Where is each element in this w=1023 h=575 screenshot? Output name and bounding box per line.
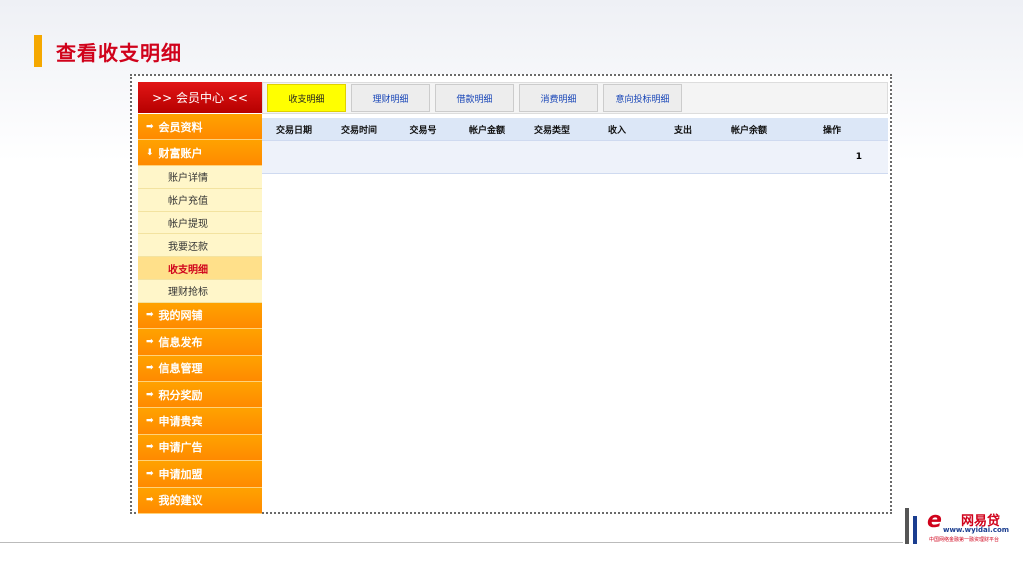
logo-bar-icon: [905, 508, 909, 544]
arrow-right-icon: ➡: [146, 416, 154, 427]
sidebar-item-label: 信息管理: [158, 362, 203, 376]
sidebar-item-vip[interactable]: ➡ 申请贵宾: [138, 408, 262, 435]
sidebar-item-label: 财富账户: [158, 146, 203, 160]
sidebar-item-my-shop[interactable]: ➡ 我的网铺: [138, 302, 262, 330]
sidebar-item-label: 我的建议: [158, 494, 203, 508]
col-trade-type: 交易类型: [533, 125, 570, 136]
title-accent-bar: [34, 35, 42, 67]
page-title: 查看收支明细: [56, 40, 182, 65]
table-header: 交易日期 交易时间 交易号 帐户金额 交易类型 收入 支出 帐户余额 操作: [262, 118, 888, 140]
tab-loan-details[interactable]: 借款明细: [435, 84, 514, 112]
logo-tagline: 中国网络金融第一融资理财平台: [929, 537, 1000, 543]
tab-income-expense[interactable]: 收支明细: [267, 84, 346, 112]
col-trade-time: 交易时间: [340, 125, 377, 136]
sidebar-item-label: 申请加盟: [158, 467, 203, 481]
tab-wealth-details[interactable]: 理财明细: [351, 84, 430, 112]
tab-consumption-details[interactable]: 消费明细: [519, 84, 598, 112]
footer-divider: [0, 542, 903, 543]
sidebar-subitem-recharge[interactable]: 帐户充值: [138, 188, 262, 212]
sidebar-item-label: 信息发布: [158, 335, 203, 349]
arrow-down-icon: ⬇: [146, 147, 154, 158]
arrow-right-icon: ➡: [146, 468, 154, 479]
brand-logo: e 网易贷 www.wyidai.com 中国网络金融第一融资理财平台: [903, 500, 1023, 575]
col-balance: 帐户余额: [730, 125, 767, 136]
arrow-right-icon: ➡: [146, 442, 154, 453]
col-income: 收入: [607, 125, 626, 136]
col-expense: 支出: [673, 125, 692, 136]
logo-bar-icon: [913, 516, 917, 544]
sidebar-item-franchise[interactable]: ➡ 申请加盟: [138, 461, 262, 488]
pagination-row: 1: [262, 140, 888, 174]
logo-url: www.wyidai.com: [943, 526, 1010, 534]
page-number-link[interactable]: 1: [856, 152, 862, 162]
sidebar-item-wealth-account[interactable]: ⬇ 财富账户: [138, 140, 262, 166]
arrow-right-icon: ➡: [146, 495, 154, 506]
tab-bid-intent-details[interactable]: 意向投标明细: [603, 84, 682, 112]
sidebar-item-publish-info[interactable]: ➡ 信息发布: [138, 329, 262, 356]
sidebar-subitem-repay[interactable]: 我要还款: [138, 234, 262, 258]
sidebar-item-label: 积分奖励: [158, 388, 203, 402]
arrow-right-icon: ➡: [146, 389, 154, 400]
col-account-amount: 帐户金额: [468, 125, 505, 136]
tab-bar: 收支明细 理财明细 借款明细 消费明细 意向投标明细: [262, 82, 888, 114]
arrow-right-icon: ➡: [146, 336, 154, 347]
sidebar-item-points[interactable]: ➡ 积分奖励: [138, 381, 262, 409]
sidebar-item-label: 会员资料: [158, 120, 203, 134]
main-content: 收支明细 理财明细 借款明细 消费明细 意向投标明细 交易日期 交易时间 交易号…: [262, 82, 888, 174]
sidebar-subitem-income-expense[interactable]: 收支明细: [138, 257, 262, 280]
sidebar-subitem-withdraw[interactable]: 帐户提现: [138, 211, 262, 235]
sidebar-item-suggestions[interactable]: ➡ 我的建议: [138, 487, 262, 514]
logo-e-icon: e: [927, 508, 942, 533]
screenshot-frame: >> 会员中心 << ➡ 会员资料 ⬇ 财富账户 账户详情 帐户充值 帐户提现 …: [130, 74, 892, 514]
arrow-right-icon: ➡: [146, 121, 154, 132]
col-trade-no: 交易号: [409, 125, 437, 136]
sidebar-item-ads[interactable]: ➡ 申请广告: [138, 434, 262, 462]
col-operation: 操作: [822, 125, 841, 136]
sidebar-header[interactable]: >> 会员中心 <<: [138, 82, 262, 114]
sidebar-item-label: 申请贵宾: [158, 415, 203, 429]
member-sidebar: >> 会员中心 << ➡ 会员资料 ⬇ 财富账户 账户详情 帐户充值 帐户提现 …: [138, 82, 262, 514]
sidebar-subitem-bid[interactable]: 理财抢标: [138, 279, 262, 303]
sidebar-item-label: 我的网铺: [158, 309, 203, 323]
page-header: 查看收支明细: [34, 35, 182, 67]
sidebar-item-label: 申请广告: [158, 441, 203, 455]
col-trade-date: 交易日期: [275, 125, 312, 136]
sidebar-subitem-account-details[interactable]: 账户详情: [138, 166, 262, 189]
arrow-right-icon: ➡: [146, 363, 154, 374]
sidebar-item-member-profile[interactable]: ➡ 会员资料: [138, 114, 262, 140]
sidebar-item-manage-info[interactable]: ➡ 信息管理: [138, 355, 262, 382]
arrow-right-icon: ➡: [146, 310, 154, 321]
